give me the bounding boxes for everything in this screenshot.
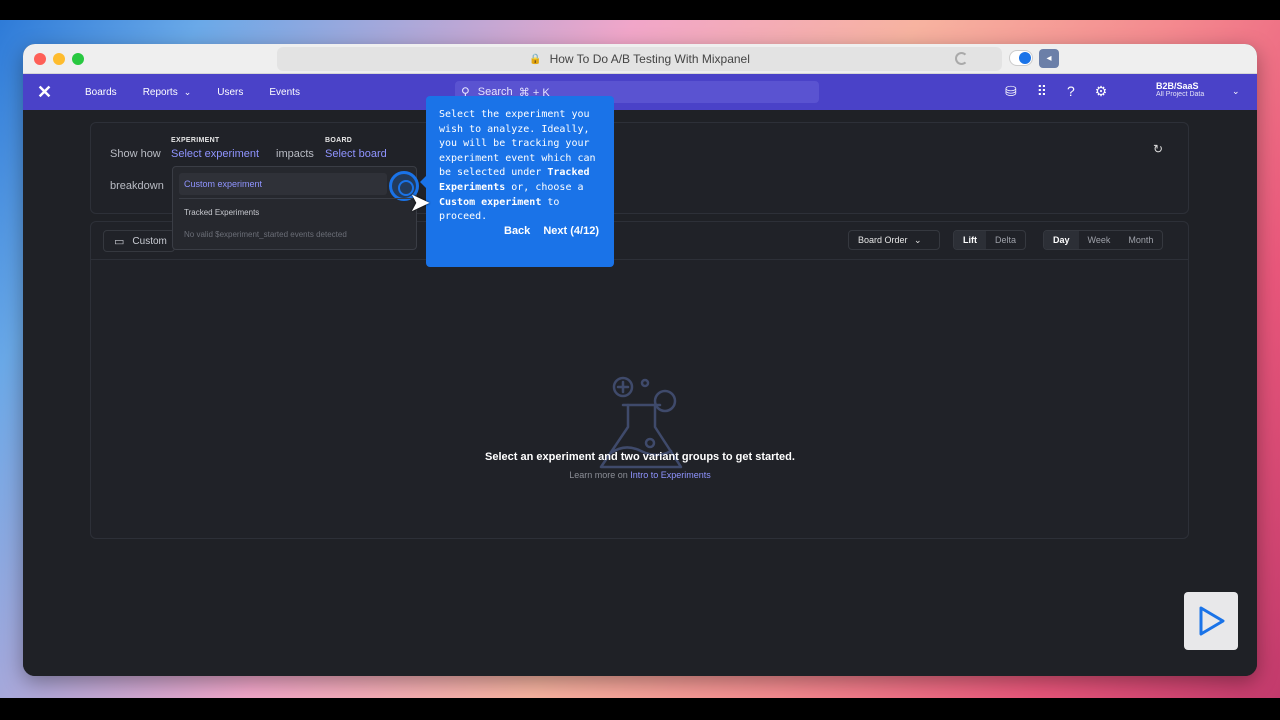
month-button[interactable]: Month xyxy=(1119,231,1162,249)
day-button[interactable]: Day xyxy=(1044,231,1079,249)
show-how-text: Show how xyxy=(110,148,161,160)
settings-gear-icon[interactable]: ⚙ xyxy=(1095,83,1108,100)
dropdown-divider xyxy=(179,198,412,199)
help-icon[interactable]: ? xyxy=(1067,83,1075,100)
chevron-down-icon: ⌄ xyxy=(1232,86,1240,96)
breakdown-text: breakdown xyxy=(110,180,164,192)
empty-state-title: Select an experiment and two variant gro… xyxy=(485,451,795,463)
reload-icon[interactable] xyxy=(955,52,968,65)
lift-delta-toggle: Lift Delta xyxy=(953,230,1027,250)
video-play-button[interactable] xyxy=(1184,592,1238,650)
minimize-window-button[interactable] xyxy=(53,53,65,65)
apps-grid-icon[interactable]: ⠿ xyxy=(1037,83,1047,100)
title-bar: 🔒 How To Do A/B Testing With Mixpanel ◂ xyxy=(23,44,1257,74)
main-content: Show how EXPERIMENT Select experiment im… xyxy=(23,96,1257,676)
board-label: BOARD xyxy=(325,137,353,144)
board-order-select[interactable]: Board Order ⌄ xyxy=(848,230,940,250)
address-bar[interactable]: 🔒 How To Do A/B Testing With Mixpanel xyxy=(277,47,1002,71)
project-selector[interactable]: B2B/SaaS All Project Data ⌄ xyxy=(1156,81,1240,98)
select-board-button[interactable]: Select board xyxy=(325,148,387,160)
calendar-icon: ▭ xyxy=(114,235,125,248)
mouse-pointer-icon: ➤ xyxy=(409,187,431,217)
top-nav: ✕ Boards Reports ⌄ Users Events ⚲ Search … xyxy=(23,74,1257,110)
select-experiment-button[interactable]: Select experiment xyxy=(171,148,259,160)
page-title: How To Do A/B Testing With Mixpanel xyxy=(549,52,750,66)
tracked-experiments-heading: Tracked Experiments xyxy=(184,208,260,217)
custom-date-button[interactable]: ▭ Custom xyxy=(103,230,175,252)
intro-to-experiments-link[interactable]: Intro to Experiments xyxy=(630,470,711,480)
data-management-icon[interactable]: ⛁ xyxy=(1005,83,1017,100)
browser-window: 🔒 How To Do A/B Testing With Mixpanel ◂ … xyxy=(23,44,1257,676)
lift-button[interactable]: Lift xyxy=(954,231,986,249)
tooltip-text: Select the experiment you wish to analyz… xyxy=(439,109,596,223)
lock-icon: 🔒 xyxy=(529,53,542,65)
experiment-dropdown: Custom experiment Tracked Experiments No… xyxy=(172,166,419,250)
nav-events[interactable]: Events xyxy=(269,87,300,98)
refresh-icon[interactable]: ↻ xyxy=(1153,142,1163,156)
zoom-window-button[interactable] xyxy=(72,53,84,65)
recording-toggle-icon[interactable] xyxy=(1009,50,1033,66)
nav-icons: ⛁ ⠿ ? ⚙ xyxy=(1005,83,1107,100)
week-button[interactable]: Week xyxy=(1079,231,1120,249)
chevron-down-icon: ⌄ xyxy=(183,86,192,97)
time-granularity-toggle: Day Week Month xyxy=(1043,230,1164,250)
panel-divider xyxy=(90,259,1189,260)
tooltip-back-button[interactable]: Back xyxy=(504,225,530,237)
custom-experiment-option[interactable]: Custom experiment xyxy=(179,173,387,195)
nav-reports[interactable]: Reports ⌄ xyxy=(143,87,192,98)
no-experiments-text: No valid $experiment_started events dete… xyxy=(184,230,347,239)
empty-state-subtitle: Learn more on Intro to Experiments xyxy=(569,470,711,480)
walkthrough-tooltip: Select the experiment you wish to analyz… xyxy=(420,96,614,267)
play-icon xyxy=(1199,606,1225,636)
nav-users[interactable]: Users xyxy=(217,87,243,98)
tooltip-next-button[interactable]: Next (4/12) xyxy=(543,225,599,237)
mixpanel-logo-icon[interactable]: ✕ xyxy=(37,82,59,103)
chevron-down-icon: ⌄ xyxy=(914,235,922,245)
extension-icon[interactable]: ◂ xyxy=(1039,49,1059,68)
impacts-text: impacts xyxy=(276,148,314,160)
nav-boards[interactable]: Boards xyxy=(85,87,117,98)
delta-button[interactable]: Delta xyxy=(986,231,1025,249)
experiment-label: EXPERIMENT xyxy=(171,137,220,144)
close-window-button[interactable] xyxy=(34,53,46,65)
